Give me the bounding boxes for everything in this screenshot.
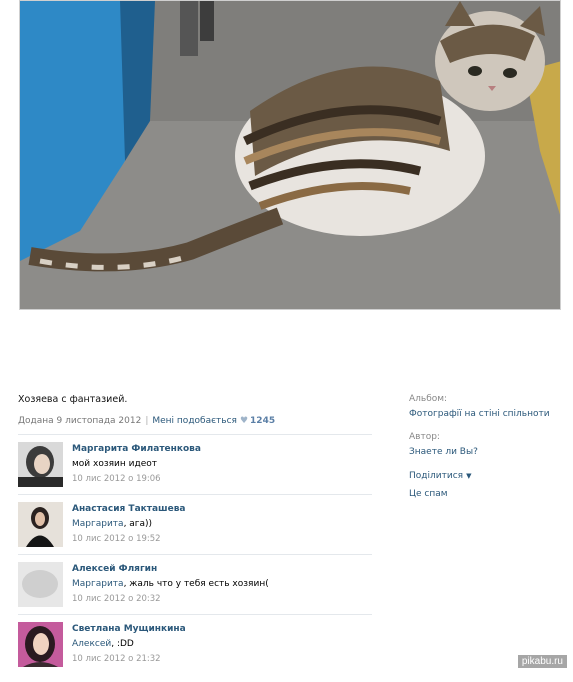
comment-date[interactable]: 10 лис 2012 о 21:32 [72, 654, 186, 664]
comment-message: , :DD [111, 639, 134, 649]
author-link[interactable]: Знаете ли Вы? [409, 447, 478, 457]
post-date: Додана 9 листопада 2012 [18, 416, 142, 426]
comment-text: Маргарита, жаль что у тебя есть хозяин( [72, 579, 269, 589]
comment-divider [18, 434, 372, 435]
comment-message: , ага)) [123, 519, 153, 529]
reply-to-link[interactable]: Алексей [72, 639, 111, 649]
comment-item: Светлана Мущинкина Алексей, :DD 10 лис 2… [18, 622, 372, 682]
comment-divider [18, 494, 372, 495]
post-meta: Додана 9 листопада 2012 | Мені подобається… [18, 416, 275, 426]
album-info: Альбом: Фотографії на стіні спільноти [409, 394, 550, 419]
avatar[interactable] [18, 622, 63, 667]
post-photo[interactable] [19, 0, 561, 310]
comment-divider [18, 554, 372, 555]
comment-date[interactable]: 10 лис 2012 о 19:52 [72, 534, 185, 544]
spam-label[interactable]: Це спам [409, 489, 448, 499]
share-label[interactable]: Поділитися [409, 471, 463, 481]
comment-text: Алексей, :DD [72, 639, 186, 649]
comment-item: Маргарита Филатенкова мой хозяин идеот 1… [18, 442, 372, 502]
reply-to-link[interactable]: Маргарита [72, 579, 124, 589]
cat-photo-image [20, 1, 560, 309]
share-button[interactable]: Поділитися ▼ [409, 471, 471, 481]
author-info: Автор: Знаете ли Вы? [409, 432, 478, 457]
chevron-down-icon[interactable]: ▼ [466, 472, 471, 480]
heart-icon[interactable]: ♥ [240, 416, 248, 426]
post-caption: Хозяева с фантазией. [18, 394, 128, 405]
watermark: pikabu.ru [517, 655, 567, 668]
meta-separator: | [145, 416, 149, 426]
comment-divider [18, 614, 372, 615]
album-label: Альбом: [409, 394, 448, 404]
comment-author[interactable]: Алексей Флягин [72, 564, 269, 574]
like-button[interactable]: Мені подобається [152, 416, 237, 426]
comment-author[interactable]: Анастасия Такташева [72, 504, 185, 514]
reply-to-link[interactable]: Маргарита [72, 519, 124, 529]
album-link[interactable]: Фотографії на стіні спільноти [409, 409, 550, 419]
comment-text: Маргарита, ага)) [72, 519, 185, 529]
comment-message: мой хозяин идеот [72, 459, 157, 469]
comment-item: Анастасия Такташева Маргарита, ага)) 10 … [18, 502, 372, 562]
comment-message: , жаль что у тебя есть хозяин( [123, 579, 269, 589]
avatar[interactable] [18, 502, 63, 547]
avatar[interactable] [18, 442, 63, 487]
comment-author[interactable]: Светлана Мущинкина [72, 624, 186, 634]
avatar[interactable] [18, 562, 63, 607]
like-count[interactable]: 1245 [250, 416, 275, 426]
comment-author[interactable]: Маргарита Филатенкова [72, 444, 201, 454]
author-label: Автор: [409, 432, 440, 442]
comment-date[interactable]: 10 лис 2012 о 20:32 [72, 594, 269, 604]
comment-text: мой хозяин идеот [72, 459, 201, 469]
comment-item: Алексей Флягин Маргарита, жаль что у теб… [18, 562, 372, 622]
spam-link[interactable]: Це спам [409, 489, 448, 499]
comment-date[interactable]: 10 лис 2012 о 19:06 [72, 474, 201, 484]
